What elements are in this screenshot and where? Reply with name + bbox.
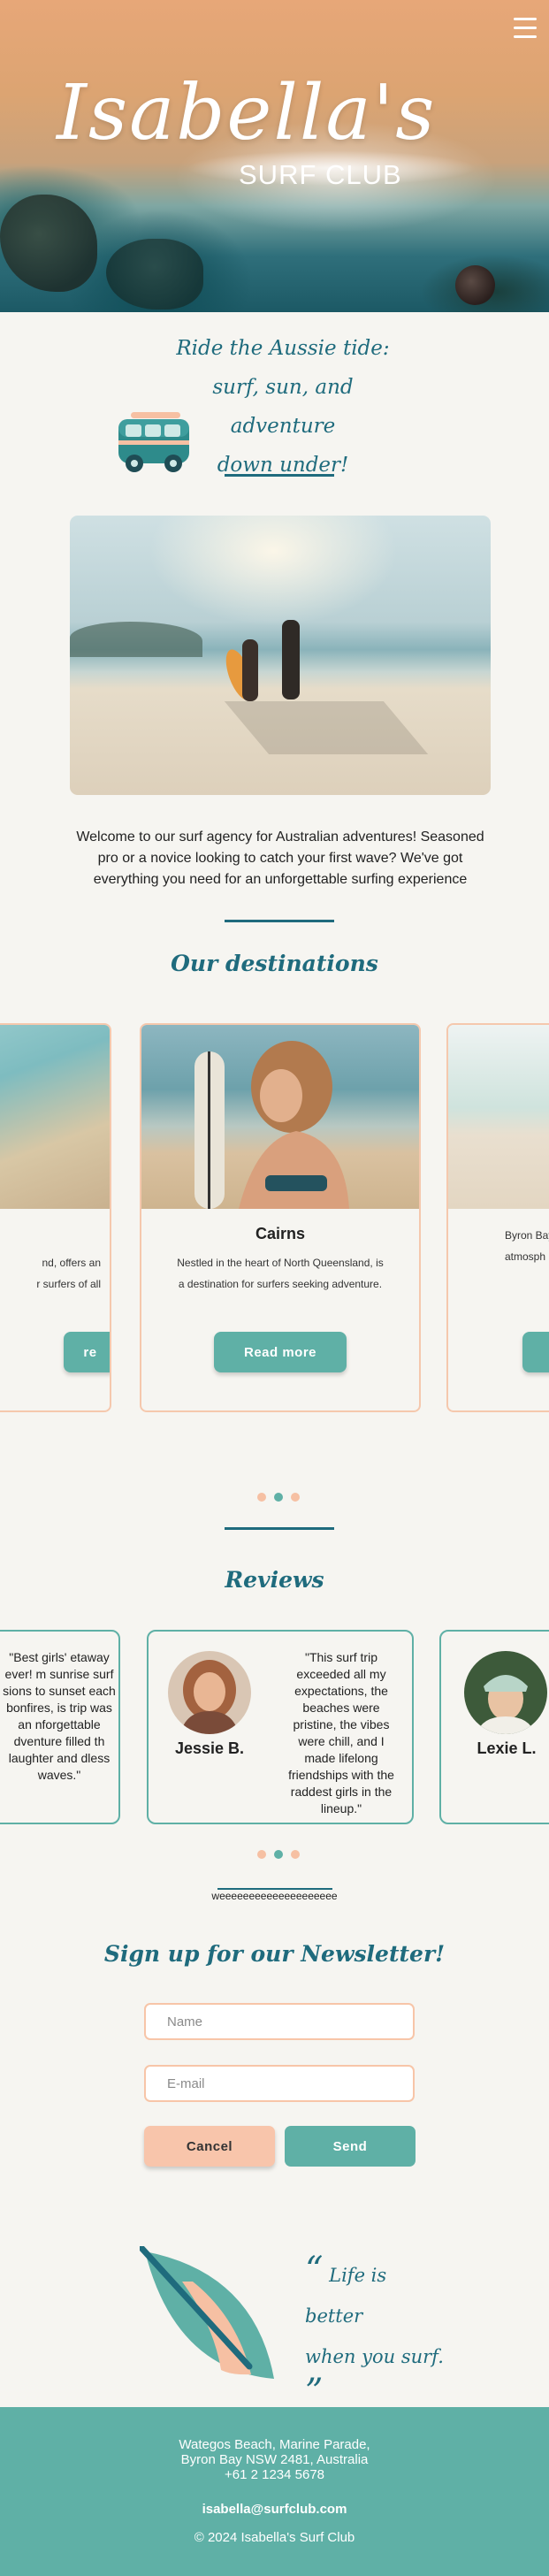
- review-card: Lexie L.: [439, 1630, 549, 1824]
- footer-email-link[interactable]: isabella@surfclub.com: [0, 2502, 549, 2517]
- email-field[interactable]: [144, 2065, 415, 2102]
- hero-banner: Isabella's SURF CLUB: [0, 0, 549, 312]
- destination-image: [448, 1025, 549, 1209]
- destinations-title: Our destinations: [171, 951, 378, 976]
- welcome-text: Welcome to our surf agency for Australia…: [76, 829, 484, 887]
- footer-address: Wategos Beach, Marine Parade,: [179, 2437, 370, 2452]
- read-more-button[interactable]: re: [64, 1332, 110, 1372]
- destination-card: Cairns Nestled in the heart of North Que…: [140, 1023, 421, 1412]
- section-divider: [225, 1527, 334, 1530]
- destination-card: Byron Bay atmosph: [446, 1023, 549, 1412]
- footer-copyright: © 2024 Isabella's Surf Club: [194, 2530, 355, 2545]
- hero-subtitle: SURF CLUB: [239, 159, 402, 190]
- review-text: "Best girls' etaway ever! m sunrise surf…: [3, 1650, 116, 1782]
- page: Isabella's SURF CLUB Ride the Aussie tid…: [0, 0, 549, 2576]
- quote-block: “ Life is better when you surf. ”: [305, 2252, 446, 2418]
- destination-desc-line: atmosph: [505, 1250, 546, 1263]
- review-card: Jessie B. "This surf trip exceeded all m…: [147, 1630, 414, 1824]
- hero-rock: [106, 239, 203, 310]
- destination-desc-line: r surfers of all: [36, 1278, 101, 1290]
- footer-address: Byron Bay NSW 2481, Australia: [180, 2452, 369, 2467]
- newsletter-title: Sign up for our Newsletter!: [103, 1941, 446, 1967]
- carousel-dot[interactable]: [291, 1493, 300, 1502]
- surfboard-icon: [140, 2246, 274, 2379]
- destination-name: e: [0, 1225, 110, 1243]
- destination-desc-line: a destination for surfers seeking advent…: [178, 1278, 383, 1290]
- section-divider: [225, 920, 334, 922]
- read-more-button[interactable]: [522, 1332, 549, 1372]
- review-text: "This surf trip exceeded all my expectat…: [288, 1650, 394, 1815]
- hero-title: Isabella's: [57, 69, 437, 157]
- carousel-dot[interactable]: [257, 1850, 266, 1859]
- review-card: "Best girls' etaway ever! m sunrise surf…: [0, 1630, 120, 1824]
- reviews-footer-text: weeeeeeeeeeeeeeeeeeee: [211, 1890, 338, 1902]
- reviewer-avatar: [464, 1651, 547, 1734]
- hamburger-menu-icon[interactable]: [514, 18, 537, 39]
- carousel-dot[interactable]: [291, 1850, 300, 1859]
- beach-photo: [70, 516, 491, 795]
- destination-desc-line: Byron Bay: [505, 1229, 549, 1242]
- tagline-line: Ride the Aussie tide:: [176, 337, 390, 360]
- destination-card: e nd, offers an r surfers of all re: [0, 1023, 111, 1412]
- footer-phone[interactable]: +61 2 1234 5678: [0, 2467, 549, 2482]
- reviewer-name: Jessie B.: [174, 1739, 245, 1757]
- quote-open: “: [305, 2250, 324, 2290]
- name-field[interactable]: [144, 2003, 415, 2040]
- hero-rock: [455, 265, 495, 305]
- quote-line: when you surf.: [305, 2346, 444, 2367]
- tagline-line: down under!: [217, 454, 349, 477]
- section-divider: [225, 474, 334, 477]
- carousel-dot[interactable]: [257, 1493, 266, 1502]
- tagline: Ride the Aussie tide: surf, sun, and adv…: [168, 329, 398, 485]
- site-footer: Wategos Beach, Marine Parade, Byron Bay …: [0, 2407, 549, 2576]
- hero-rock: [0, 195, 97, 292]
- reviewer-avatar: [168, 1651, 251, 1734]
- destination-name: Cairns: [255, 1225, 306, 1242]
- carousel-dot-active[interactable]: [274, 1493, 283, 1502]
- carousel-dot-active[interactable]: [274, 1850, 283, 1859]
- surf-van-icon: [118, 412, 189, 472]
- send-button[interactable]: Send: [285, 2126, 416, 2167]
- read-more-button[interactable]: Read more: [214, 1332, 347, 1372]
- reviewer-name: Lexie L.: [477, 1739, 537, 1757]
- reviews-pagination: [257, 1850, 300, 1859]
- destinations-pagination: [257, 1493, 300, 1502]
- tagline-line: surf, sun, and adventure: [212, 376, 354, 438]
- destination-image: [0, 1025, 110, 1209]
- destination-image: [141, 1025, 419, 1209]
- destination-desc-line: Nestled in the heart of North Queensland…: [177, 1257, 384, 1269]
- cancel-button[interactable]: Cancel: [144, 2126, 275, 2167]
- destination-desc-line: nd, offers an: [42, 1257, 102, 1269]
- reviews-title: Reviews: [225, 1567, 324, 1593]
